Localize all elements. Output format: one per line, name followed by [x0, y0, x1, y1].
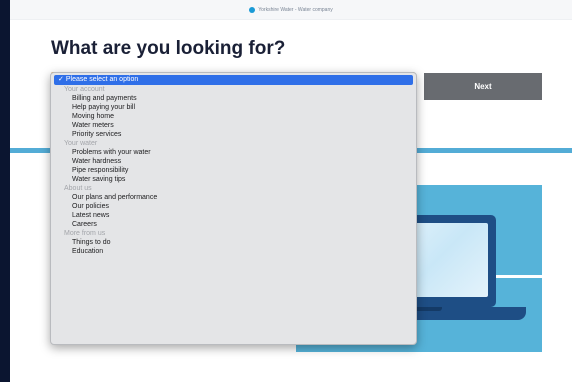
dropdown-option[interactable]: Water saving tips	[51, 175, 416, 184]
select-dropdown-menu[interactable]: ✓ Please select an option Your account Bil…	[50, 72, 417, 345]
dropdown-option[interactable]: Pipe responsibility	[51, 166, 416, 175]
checkmark-icon: ✓	[58, 76, 64, 83]
dropdown-option[interactable]: Our policies	[51, 202, 416, 211]
yorkshire-water-logo-icon[interactable]	[249, 6, 256, 13]
dropdown-option[interactable]: Water hardness	[51, 157, 416, 166]
dropdown-option[interactable]: Careers	[51, 220, 416, 229]
dropdown-option[interactable]: Latest news	[51, 211, 416, 220]
page-title: What are you looking for?	[51, 38, 286, 59]
option-group-label: Your account	[64, 86, 105, 93]
dropdown-option[interactable]: Problems with your water	[51, 148, 416, 157]
dropdown-option[interactable]: Education	[51, 247, 416, 256]
dropdown-option[interactable]: Priority services	[51, 130, 416, 139]
web-page: Yorkshire Water - Water company What are…	[10, 0, 572, 382]
site-name: Yorkshire Water - Water company	[258, 6, 333, 13]
option-group-label: Your water	[64, 140, 98, 147]
dropdown-option[interactable]: Help paying your bill	[51, 103, 416, 112]
dropdown-option[interactable]: Billing and payments	[51, 94, 416, 103]
option-placeholder[interactable]: ✓ Please select an option	[54, 75, 413, 85]
dropdown-option[interactable]: Water meters	[51, 121, 416, 130]
next-button[interactable]: Next	[424, 73, 542, 100]
option-group-label: More from us	[64, 230, 106, 237]
dropdown-option[interactable]: Things to do	[51, 238, 416, 247]
dropdown-option[interactable]: Our plans and performance	[51, 193, 416, 202]
dropdown-option[interactable]: Moving home	[51, 112, 416, 121]
option-group-label: About us	[64, 185, 92, 192]
site-header: Yorkshire Water - Water company	[10, 0, 572, 20]
